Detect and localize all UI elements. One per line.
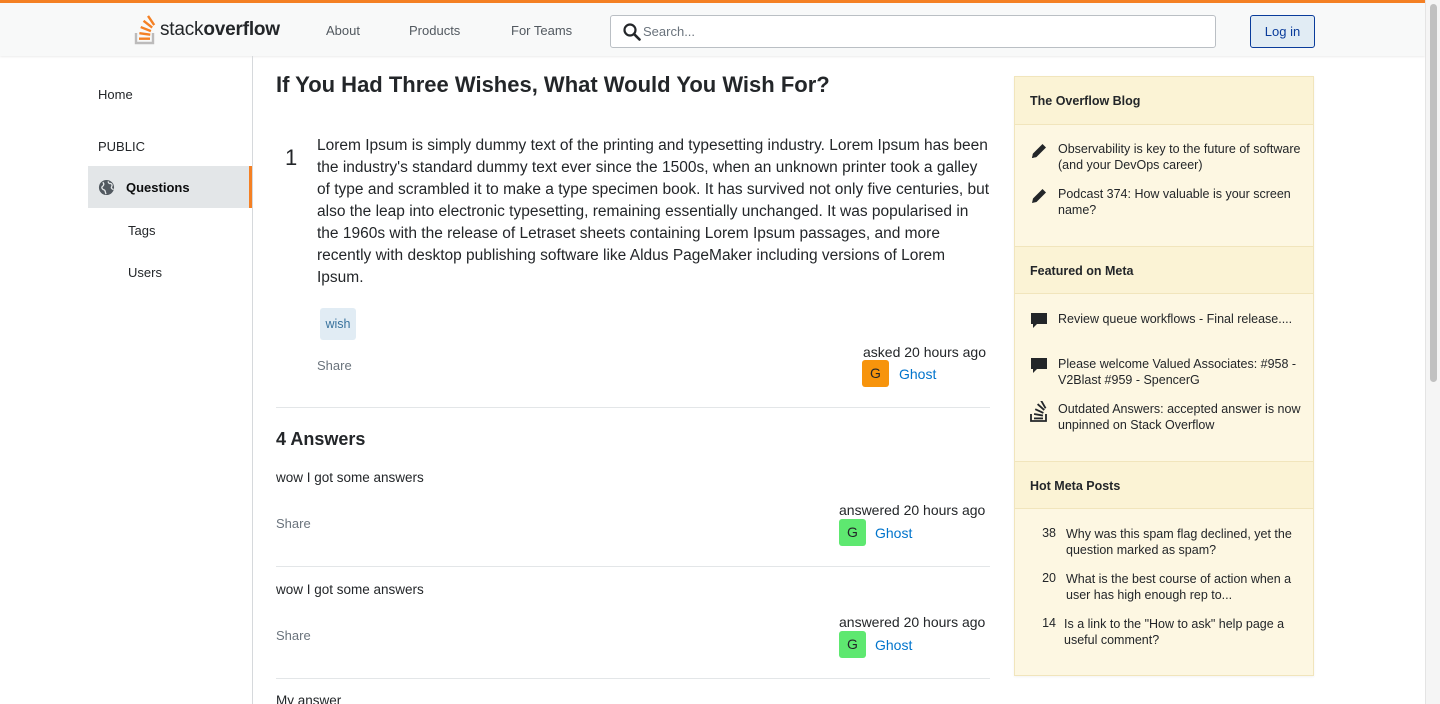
meta-item[interactable]: Please welcome Valued Associates: #958 -… bbox=[1029, 356, 1309, 390]
sidebar-item-tags[interactable]: Tags bbox=[128, 223, 155, 238]
divider bbox=[276, 407, 990, 408]
hot-post-link[interactable]: Is a link to the "How to ask" help page … bbox=[1064, 616, 1304, 648]
meta-item[interactable]: Review queue workflows - Final release..… bbox=[1029, 311, 1309, 345]
answered-time: answered 20 hours ago bbox=[839, 502, 986, 518]
meta-item[interactable]: Outdated Answers: accepted answer is now… bbox=[1029, 401, 1309, 435]
logo-text: stackoverflow bbox=[160, 19, 280, 40]
nav-about[interactable]: About bbox=[326, 23, 360, 38]
login-button[interactable]: Log in bbox=[1250, 15, 1315, 48]
answer-body: wow I got some answers bbox=[276, 470, 424, 485]
scrollbar[interactable] bbox=[1425, 0, 1440, 704]
answer-share-link[interactable]: Share bbox=[276, 628, 311, 643]
speech-bubble-icon bbox=[1031, 313, 1047, 328]
stackoverflow-icon bbox=[1030, 401, 1047, 422]
globe-icon bbox=[98, 179, 115, 196]
blog-item-text: Observability is key to the future of so… bbox=[1058, 142, 1301, 172]
sidebar-item-users[interactable]: Users bbox=[128, 265, 162, 280]
user-name-link[interactable]: Ghost bbox=[875, 637, 912, 653]
nav-products[interactable]: Products bbox=[409, 23, 460, 38]
answers-heading: 4 Answers bbox=[276, 429, 366, 449]
widget-title: Featured on Meta bbox=[1030, 264, 1134, 278]
answer-share-link[interactable]: Share bbox=[276, 516, 311, 531]
avatar[interactable]: G bbox=[839, 631, 866, 658]
hot-post-link[interactable]: Why was this spam flag declined, yet the… bbox=[1066, 526, 1306, 558]
answered-time: answered 20 hours ago bbox=[839, 614, 986, 630]
hot-post-count: 14 bbox=[1042, 616, 1056, 630]
hot-post-count: 20 bbox=[1042, 571, 1056, 585]
nav-for-teams[interactable]: For Teams bbox=[511, 23, 572, 38]
vote-count: 1 bbox=[285, 145, 298, 170]
meta-item-text: Outdated Answers: accepted answer is now… bbox=[1058, 402, 1301, 432]
question-title: If You Had Three Wishes, What Would You … bbox=[276, 72, 830, 97]
pencil-icon bbox=[1032, 144, 1046, 158]
scrollbar-thumb[interactable] bbox=[1430, 4, 1437, 382]
search-box[interactable] bbox=[610, 15, 1216, 48]
stackoverflow-logo-icon bbox=[134, 15, 156, 45]
meta-item-text: Review queue workflows - Final release..… bbox=[1058, 312, 1293, 326]
widget-header-hot: Hot Meta Posts bbox=[1015, 461, 1313, 509]
blog-item-text: Podcast 374: How valuable is your screen… bbox=[1058, 187, 1291, 217]
blog-item[interactable]: Observability is key to the future of so… bbox=[1029, 141, 1309, 175]
question-share-link[interactable]: Share bbox=[317, 358, 352, 373]
answer-body: wow I got some answers bbox=[276, 582, 424, 597]
search-icon bbox=[623, 23, 641, 41]
sidebar-divider bbox=[252, 56, 253, 704]
speech-bubble-icon bbox=[1031, 358, 1047, 373]
hot-post-link[interactable]: What is the best course of action when a… bbox=[1066, 571, 1306, 603]
sidebar-item-questions[interactable]: Questions bbox=[88, 166, 252, 208]
divider bbox=[276, 678, 990, 679]
meta-item-text: Please welcome Valued Associates: #958 -… bbox=[1058, 357, 1297, 387]
avatar[interactable]: G bbox=[862, 360, 889, 387]
widget-title: Hot Meta Posts bbox=[1030, 479, 1121, 493]
sidebar-widget: The Overflow Blog Observability is key t… bbox=[1014, 76, 1314, 676]
pencil-icon bbox=[1032, 189, 1046, 203]
sidebar-item-label: Questions bbox=[126, 180, 190, 195]
avatar[interactable]: G bbox=[839, 519, 866, 546]
answer-body: My answer bbox=[276, 693, 342, 704]
question-body: Lorem Ipsum is simply dummy text of the … bbox=[317, 137, 990, 286]
tag-wish[interactable]: wish bbox=[320, 308, 356, 340]
user-name-link[interactable]: Ghost bbox=[899, 366, 936, 382]
widget-title: The Overflow Blog bbox=[1030, 94, 1141, 108]
asked-time: asked 20 hours ago bbox=[863, 344, 986, 360]
widget-header-blog: The Overflow Blog bbox=[1015, 77, 1313, 125]
sidebar-section-public: PUBLIC bbox=[98, 139, 145, 154]
blog-item[interactable]: Podcast 374: How valuable is your screen… bbox=[1029, 186, 1309, 220]
sidebar-item-home[interactable]: Home bbox=[98, 87, 133, 102]
search-input[interactable] bbox=[643, 17, 1203, 46]
stackoverflow-logo[interactable]: stackoverflow bbox=[134, 13, 280, 47]
widget-header-meta: Featured on Meta bbox=[1015, 246, 1313, 294]
hot-post-count: 38 bbox=[1042, 526, 1056, 540]
top-bar: stackoverflow About Products For Teams L… bbox=[0, 0, 1425, 56]
user-name-link[interactable]: Ghost bbox=[875, 525, 912, 541]
divider bbox=[276, 566, 990, 567]
